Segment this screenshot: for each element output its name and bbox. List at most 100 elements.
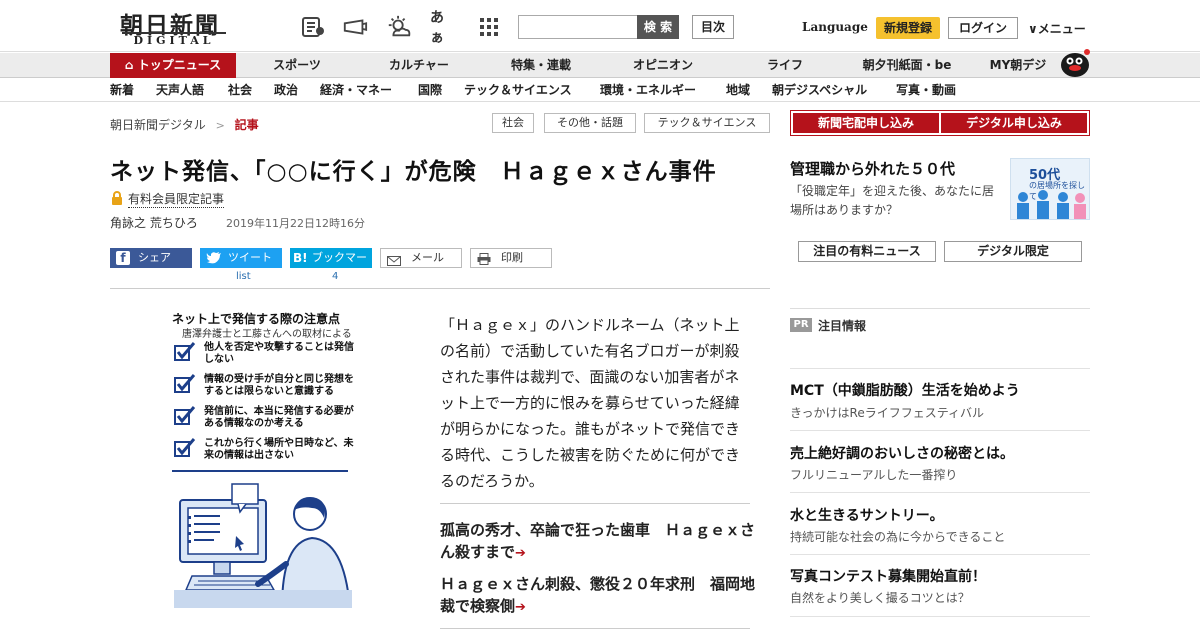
breadcrumb: 朝日新聞デジタル > 記事 (110, 116, 259, 133)
text-size-icon[interactable]: あぁ (430, 10, 456, 46)
login-button[interactable]: ログイン (948, 17, 1018, 39)
illustration-item: 他人を否定や攻撃することは発信しない (204, 342, 354, 365)
arrow-right-icon: ➔ (515, 546, 526, 561)
logo-digital[interactable]: DIGITAL (122, 32, 226, 47)
nav-tech-science[interactable]: テック＆サイエンス (464, 78, 572, 102)
pr-item-headline[interactable]: 写真コンテスト募集開始直前！ (790, 566, 986, 586)
breadcrumb-separator: > (215, 119, 225, 132)
nav-international[interactable]: 国際 (418, 78, 442, 102)
nav-culture[interactable]: カルチャー (368, 53, 470, 78)
nav-environment[interactable]: 環境・エネルギー (600, 78, 696, 102)
divider (110, 288, 770, 289)
tab-featured-paid-news[interactable]: 注目の有料ニュース (798, 241, 936, 262)
nav-special[interactable]: 朝デジスペシャル (772, 78, 867, 102)
nav-life[interactable]: ライフ (734, 53, 836, 78)
secondary-nav: 新着 天声人語 社会 政治 経済・マネー 国際 テック＆サイエンス 環境・エネル… (0, 78, 1200, 102)
article-illustration[interactable]: ネット上で発信する際の注意点 唐澤弁護士と工藤さんへの取材による 他人を否定や攻… (170, 308, 355, 609)
tab-digital-only[interactable]: デジタル限定 (944, 241, 1082, 262)
tweet-button[interactable]: ツイート (200, 248, 282, 268)
newspaper-icon[interactable] (300, 14, 326, 40)
illustration-divider (172, 470, 348, 472)
menu-button[interactable]: ∨メニュー (1028, 20, 1086, 37)
search-button[interactable]: 検 索 (637, 15, 679, 39)
nav-region[interactable]: 地域 (726, 78, 750, 102)
nav-features[interactable]: 特集・連載 (490, 53, 592, 78)
printer-icon (477, 252, 491, 265)
pr-item-subtitle[interactable]: 自然をより美しく撮るコツとは？ (790, 589, 970, 606)
facebook-icon: f (116, 251, 130, 265)
primary-nav: ⌂ トップニュース スポーツ カルチャー 特集・連載 オピニオン ライフ 朝夕刊… (0, 49, 1200, 78)
nav-economy[interactable]: 経済・マネー (320, 78, 392, 102)
ad-image[interactable]: 50代 の居場所を探して (1010, 158, 1090, 220)
print-button[interactable]: 印刷 (470, 248, 552, 268)
divider (790, 308, 1090, 309)
related-article-link[interactable]: 孤高の秀才、卒論で狂った歯車 Ｈａｇｅｘさん殺すまで➔ (440, 519, 760, 565)
arrow-right-icon: ➔ (515, 600, 526, 615)
divider (790, 554, 1090, 555)
author: 角詠之 荒ちひろ (110, 216, 198, 230)
weather-icon[interactable] (386, 14, 412, 40)
ad-description[interactable]: 「役職定年」を迎えた後、あなたに居場所はありますか？ (790, 182, 1005, 220)
search-input[interactable] (518, 15, 638, 39)
nav-opinion[interactable]: オピニオン (612, 53, 714, 78)
lock-icon (111, 191, 123, 205)
divider (790, 492, 1090, 493)
digital-subscribe-button[interactable]: デジタル申し込み (941, 113, 1087, 133)
grid-menu-icon[interactable] (476, 14, 502, 40)
tag-society[interactable]: 社会 (492, 113, 534, 133)
related-article-link[interactable]: Ｈａｇｅｘさん刺殺、懲役２０年求刑 福岡地裁で検察側➔ (440, 573, 760, 619)
article-title: ネット発信、「○○に行く」が危険 Ｈａｇｅｘさん事件 (110, 159, 717, 185)
divider (790, 430, 1090, 431)
signup-button[interactable]: 新規登録 (876, 17, 940, 39)
nav-top-news[interactable]: ⌂ トップニュース (110, 53, 236, 78)
nav-latest[interactable]: 新着 (110, 78, 134, 102)
checkbox-icon (174, 342, 196, 362)
site-header: 朝日新聞 DIGITAL あぁ 検 索 目次 Language 新規登録 ログイ… (0, 0, 1200, 52)
nav-politics[interactable]: 政治 (274, 78, 298, 102)
illustration-subtitle: 唐澤弁護士と工藤さんへの取材による (182, 329, 352, 340)
illustration-item: これから行く場所や日時など、未来の情報は出さない (204, 438, 354, 461)
subscription-buttons: 新聞宅配申し込み デジタル申し込み (790, 110, 1090, 136)
divider (440, 503, 750, 504)
nav-sports[interactable]: スポーツ (250, 53, 344, 78)
pr-item-headline[interactable]: MCT（中鎖脂肪酸）生活を始めよう (790, 380, 1020, 400)
tweet-count[interactable]: list (236, 271, 251, 282)
nav-society[interactable]: 社会 (228, 78, 252, 102)
subscription-icon[interactable] (342, 14, 368, 40)
pr-section-title: 注目情報 (818, 319, 867, 333)
pr-item-headline[interactable]: 売上絶好調のおいしさの秘密とは。 (790, 443, 1014, 463)
nav-tensei[interactable]: 天声人語 (156, 78, 204, 102)
home-icon: ⌂ (124, 58, 134, 72)
divider (790, 616, 1090, 617)
illustration-item: 発信前に、本当に発信する必要がある情報なのか考える (204, 406, 354, 429)
pr-item-subtitle[interactable]: きっかけはReライフフェスティバル (790, 404, 984, 421)
breadcrumb-current: 記事 (234, 118, 259, 132)
index-button[interactable]: 目次 (692, 15, 734, 39)
nav-my-asadigi[interactable]: MY朝デジ (978, 53, 1058, 78)
twitter-bird-icon (206, 251, 222, 265)
ad-title[interactable]: 管理職から外れた５０代 (790, 158, 955, 179)
pr-item-subtitle[interactable]: 持続可能な社会の為に今からできること (790, 528, 1005, 545)
nav-photo-video[interactable]: 写真・動画 (896, 78, 956, 102)
newspaper-delivery-button[interactable]: 新聞宅配申し込み (793, 113, 939, 133)
checkbox-icon (174, 374, 196, 394)
tag-tech-science[interactable]: テック＆サイエンス (644, 113, 770, 133)
pr-item-headline[interactable]: 水と生きるサントリー。 (790, 505, 944, 525)
divider (790, 368, 1090, 369)
divider (440, 628, 750, 629)
breadcrumb-home[interactable]: 朝日新聞デジタル (110, 118, 206, 132)
hatena-count[interactable]: 4 (332, 271, 338, 282)
people-icon (1013, 189, 1089, 219)
mail-icon (387, 253, 401, 266)
mail-button[interactable]: メール (380, 248, 462, 268)
pr-item-subtitle[interactable]: フルリニューアルした一番搾り (790, 466, 957, 483)
language-link[interactable]: Language (802, 20, 868, 34)
facebook-share-button[interactable]: f シェア (110, 248, 192, 268)
mascot-icon (1058, 45, 1092, 77)
tag-other[interactable]: その他・話題 (544, 113, 636, 133)
checkbox-icon (174, 438, 196, 458)
paid-article-label[interactable]: 有料会員限定記事 (128, 190, 225, 208)
nav-paper[interactable]: 朝夕刊紙面・be (852, 53, 962, 78)
hatena-bookmark-button[interactable]: B! ブックマーク (290, 248, 372, 284)
article-body: 「Ｈａｇｅｘ」のハンドルネーム（ネット上の名前）で活動していた有名ブロガーが刺殺… (440, 316, 741, 490)
